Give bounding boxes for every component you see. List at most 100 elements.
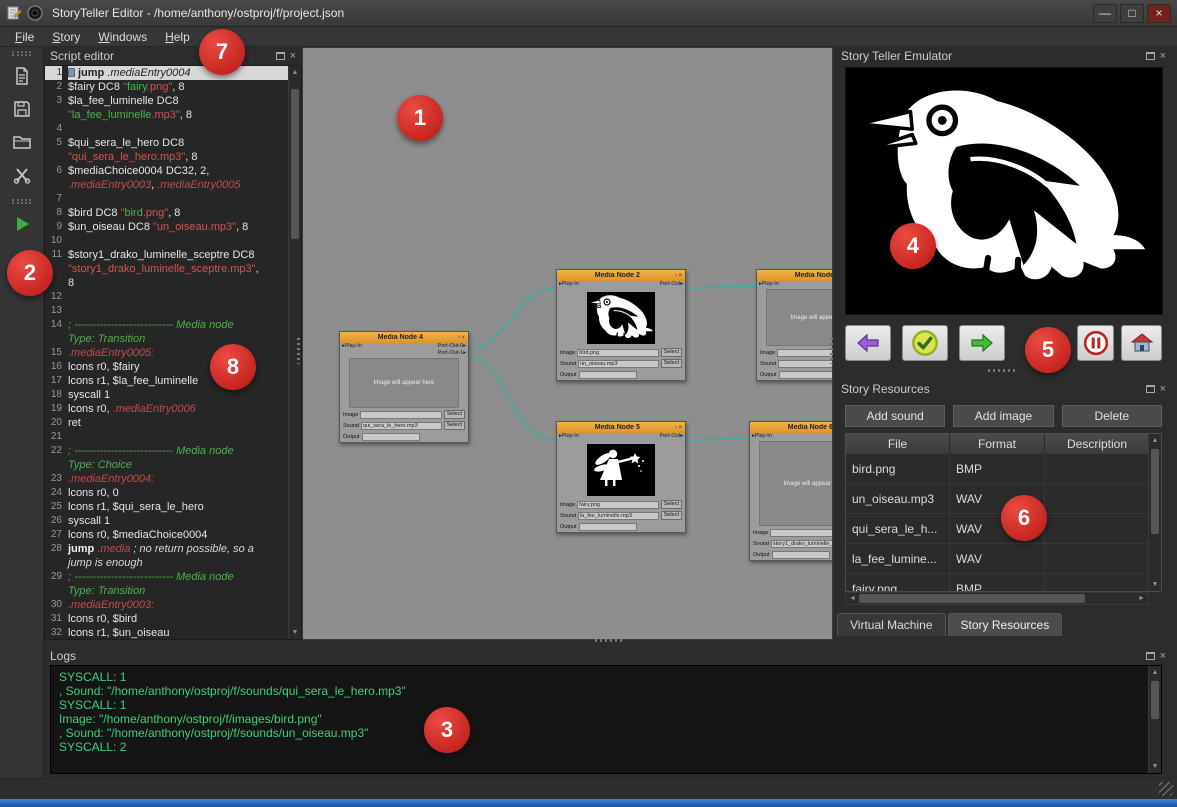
scroll-down-icon[interactable]: ▼ (1149, 578, 1161, 591)
code-row: ; --------------------------- Media node (68, 318, 288, 332)
float-panel-icon[interactable] (1146, 385, 1155, 393)
node-title: Media Node 6 (753, 424, 833, 431)
toolbar-drag-handle[interactable] (12, 51, 31, 56)
node-canvas: Media Node 4▫ ×▸Play-InPort-Out-0▸Port-O… (303, 48, 832, 639)
back-button[interactable] (845, 325, 891, 361)
delete-resource-button[interactable]: Delete (1062, 405, 1162, 427)
tab-story-resources[interactable]: Story Resources (948, 613, 1063, 636)
titlebar[interactable]: StoryTeller Editor - /home/anthony/ostpr… (0, 0, 1177, 27)
float-panel-icon[interactable] (276, 52, 285, 60)
add-sound-button[interactable]: Add sound (845, 405, 945, 427)
pause-button[interactable] (1077, 325, 1114, 361)
logs-titlebar[interactable]: Logs × (44, 647, 1172, 665)
scroll-up-icon[interactable]: ▲ (1149, 434, 1161, 447)
logs-title: Logs (50, 649, 1146, 663)
bird-thumbnail (587, 292, 655, 344)
open-project-button[interactable] (7, 128, 37, 156)
code-row: jump .mediaEntry0004 (68, 66, 288, 80)
close-button[interactable]: × (1147, 4, 1171, 23)
select-button[interactable]: Select (661, 348, 682, 357)
splitter-handle[interactable] (595, 639, 625, 642)
scrollbar-thumb[interactable] (859, 594, 1085, 603)
scroll-up-icon[interactable]: ▲ (289, 66, 301, 79)
save-button[interactable] (7, 95, 37, 123)
code-row (68, 122, 288, 136)
log-line: Image: "/home/anthony/ostproj/f/images/b… (59, 712, 1153, 726)
column-header[interactable]: File (846, 434, 950, 454)
script-editor-titlebar[interactable]: Script editor × (44, 47, 302, 65)
scroll-right-icon[interactable]: ► (1135, 593, 1148, 604)
code-row: $mediaChoice0004 DC32, 2, (68, 164, 288, 178)
menu-item-help[interactable]: Help (156, 28, 199, 46)
scroll-down-icon[interactable]: ▼ (1149, 760, 1161, 773)
resources-titlebar[interactable]: Story Resources × (835, 380, 1172, 398)
node-window-icons: ▫ × (675, 425, 682, 431)
in-port-label: ▸Play-In (752, 433, 772, 440)
scrollbar-thumb[interactable] (291, 89, 299, 239)
add-image-button[interactable]: Add image (953, 405, 1053, 427)
menu-item-windows[interactable]: Windows (89, 28, 156, 46)
select-button[interactable]: Select (444, 410, 465, 419)
media-node[interactable]: Media Node 4▫ ×▸Play-InPort-Out-0▸Port-O… (339, 331, 469, 443)
code-row: .mediaEntry0004: (68, 472, 288, 486)
select-button[interactable]: Select (661, 511, 682, 520)
code-row: $bird DC8 "bird.png", 8 (68, 206, 288, 220)
minimize-button[interactable]: — (1093, 4, 1117, 23)
code-editor[interactable]: 1234567891011121314151617181920212223242… (44, 65, 302, 640)
column-header[interactable]: Format (950, 434, 1045, 454)
select-button[interactable]: Select (661, 359, 682, 368)
scissors-icon (12, 165, 32, 185)
menu-item-file[interactable]: File (6, 28, 43, 46)
maximize-button[interactable]: □ (1120, 4, 1144, 23)
new-script-button[interactable] (7, 62, 37, 90)
node-graph-canvas[interactable]: Media Node 4▫ ×▸Play-InPort-Out-0▸Port-O… (302, 47, 833, 640)
next-button[interactable] (959, 325, 1005, 361)
scroll-down-icon[interactable]: ▼ (289, 626, 301, 639)
close-panel-icon[interactable]: × (290, 51, 296, 61)
resources-title: Story Resources (841, 382, 1146, 396)
annotation-marker-3: 3 (424, 707, 470, 753)
float-panel-icon[interactable] (1146, 52, 1155, 60)
table-hscrollbar[interactable]: ◄ ► (845, 592, 1149, 605)
close-panel-icon[interactable]: × (1160, 51, 1166, 61)
media-node[interactable]: Media Node 5▫ ×▸Play-InPort-Out▸Imagefai… (556, 421, 686, 533)
code-row: lcons r1, $la_fee_luminelle (68, 374, 288, 388)
scroll-up-icon[interactable]: ▲ (1149, 666, 1161, 679)
code-row: .mediaEntry0003: (68, 598, 288, 612)
logs-content[interactable]: SYSCALL: 1, Sound: "/home/anthony/ostpro… (50, 665, 1162, 774)
select-button[interactable]: Select (661, 500, 682, 509)
media-node[interactable]: Media Node 3▫ ×▸Play-InPort-Out▸Image wi… (756, 269, 833, 381)
close-panel-icon[interactable]: × (1160, 651, 1166, 661)
menu-item-story[interactable]: Story (43, 28, 89, 46)
delete-button[interactable] (7, 161, 37, 189)
in-port-label: ▸Play-In (559, 433, 579, 440)
table-row[interactable]: bird.pngBMP (846, 454, 1161, 484)
scrollbar-thumb[interactable] (1151, 449, 1159, 534)
logs-scrollbar[interactable]: ▲ ▼ (1148, 666, 1161, 773)
run-button[interactable] (7, 210, 37, 238)
scrollbar-thumb[interactable] (1151, 681, 1159, 719)
splitter-handle[interactable] (297, 338, 300, 364)
column-header[interactable]: Description (1045, 434, 1150, 454)
out-port-labels: Port-Out▸ (659, 433, 683, 440)
table-header[interactable]: FileFormatDescription (846, 434, 1161, 454)
code-row: 8 (68, 276, 288, 290)
close-panel-icon[interactable]: × (1160, 384, 1166, 394)
validate-button[interactable] (902, 325, 948, 361)
code-row: ; --------------------------- Media node (68, 444, 288, 458)
tab-virtual-machine[interactable]: Virtual Machine (837, 613, 946, 636)
table-scrollbar[interactable]: ▲ ▼ (1148, 434, 1161, 591)
media-node[interactable]: Media Node 6▫ ×▸Play-InPort-Out▸Image wi… (749, 421, 833, 561)
table-row[interactable]: fairy.pngBMP (846, 574, 1161, 592)
splitter-handle[interactable] (830, 338, 833, 364)
emulator-titlebar[interactable]: Story Teller Emulator × (835, 47, 1172, 65)
home-button[interactable] (1121, 325, 1162, 361)
float-panel-icon[interactable] (1146, 652, 1155, 660)
select-button[interactable]: Select (444, 421, 465, 430)
table-row[interactable]: la_fee_lumine...WAV (846, 544, 1161, 574)
resize-grip[interactable] (1159, 782, 1173, 796)
media-node[interactable]: Media Node 2▫ ×▸Play-InPort-Out▸Imagebir… (556, 269, 686, 381)
in-port-label: ▸Play-In (559, 281, 579, 288)
window-title: StoryTeller Editor - /home/anthony/ostpr… (52, 6, 1090, 20)
scroll-left-icon[interactable]: ◄ (846, 593, 859, 604)
